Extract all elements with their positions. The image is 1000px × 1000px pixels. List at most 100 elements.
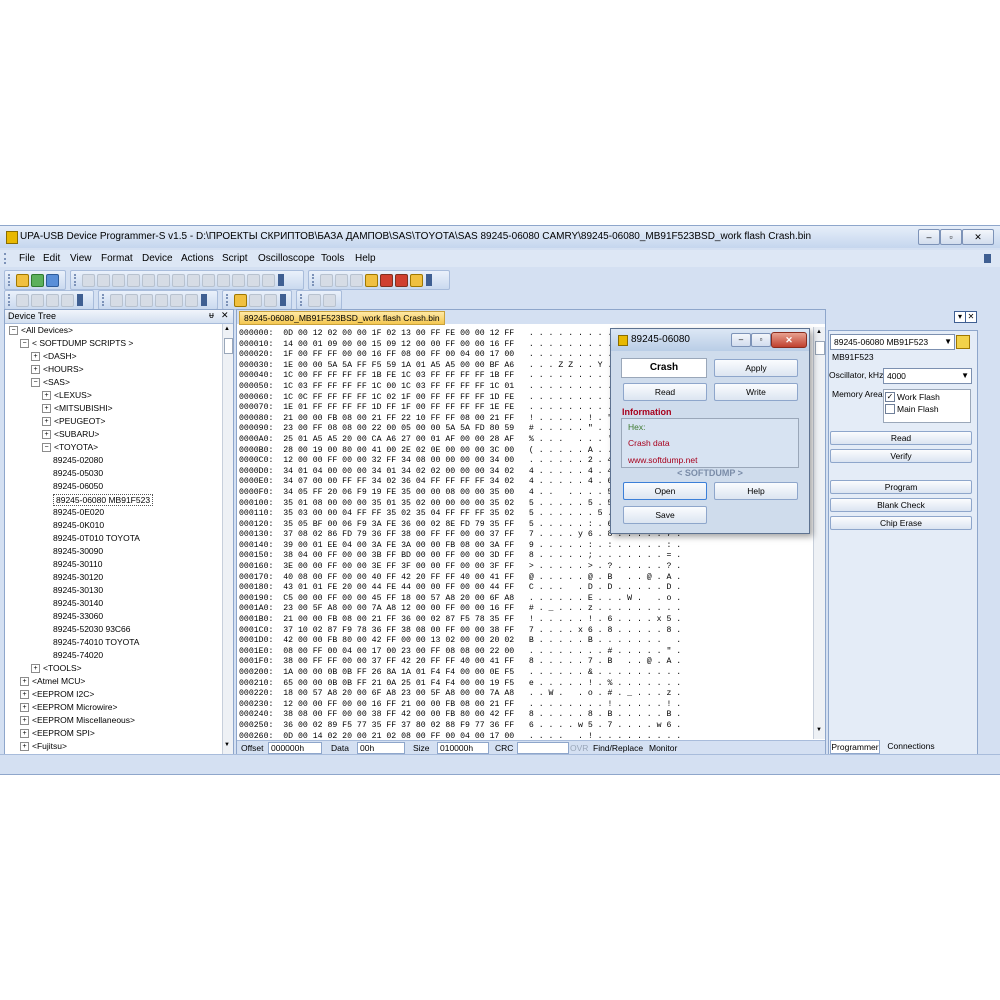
device-settings-icon[interactable] — [350, 274, 363, 287]
toolbar-dropdown-icon[interactable] — [77, 294, 83, 306]
run-script-icon[interactable] — [380, 274, 393, 287]
close-panel-icon[interactable]: ✕ — [221, 310, 229, 321]
hex-row[interactable]: 0001A0: 23 00 5F A8 00 00 7A A8 12 00 00… — [239, 604, 814, 615]
tab-programmer[interactable]: Programmer — [830, 740, 880, 754]
view-dword-icon[interactable] — [170, 294, 183, 307]
expand-icon[interactable]: + — [20, 729, 29, 739]
menu-view[interactable]: View — [70, 253, 92, 264]
expand-icon[interactable]: + — [31, 365, 40, 375]
copy-icon[interactable] — [127, 274, 140, 287]
save-file-icon[interactable] — [46, 274, 59, 287]
expand-icon[interactable]: + — [31, 664, 40, 674]
oscillator-select[interactable]: 4000 ▼ — [883, 368, 972, 384]
collapse-icon[interactable]: − — [9, 326, 18, 336]
dialog-close-button[interactable]: ✕ — [771, 332, 807, 348]
tree-node[interactable]: + <LEXUS> — [42, 390, 92, 401]
dialog-title-bar[interactable]: 89245-06080 – ▫ ✕ — [611, 329, 809, 351]
tree-node[interactable]: + <EEPROM Microwire> — [20, 702, 118, 713]
menu-tools[interactable]: Tools — [321, 253, 344, 264]
collapse-icon[interactable]: − — [20, 339, 29, 349]
hex-row[interactable]: 000250: 36 00 02 89 F5 77 35 FF 37 80 02… — [239, 721, 814, 732]
collapse-icon[interactable]: − — [42, 443, 51, 453]
device-select[interactable]: 89245-06080 MB91F523 ▼ — [830, 334, 955, 350]
tree-node[interactable]: + <HOURS> — [31, 364, 84, 375]
tree-node[interactable]: 89245-30110 — [53, 559, 102, 569]
invert-icon[interactable] — [61, 294, 74, 307]
dialog-help-button[interactable]: Help — [714, 482, 798, 500]
menu-script[interactable]: Script — [222, 253, 248, 264]
scroll-thumb[interactable] — [224, 338, 233, 354]
redo-icon[interactable] — [97, 274, 110, 287]
chip-erase-button[interactable]: Chip Erase — [830, 516, 972, 530]
scroll-thumb[interactable] — [815, 341, 825, 355]
panel-close-icon[interactable]: ✕ — [965, 311, 977, 323]
bookmark-icon[interactable] — [264, 294, 277, 307]
tree-node[interactable]: − <All Devices> — [9, 325, 73, 336]
dialog-save-button[interactable]: Save — [623, 506, 707, 524]
pin-icon[interactable]: ᵾ — [209, 310, 214, 320]
hex-row[interactable]: 000210: 65 00 00 0B 0B FF 21 0A 25 01 F4… — [239, 679, 814, 690]
maximize-button[interactable]: ▫ — [940, 229, 962, 245]
dialog-open-button[interactable]: Open — [623, 482, 707, 500]
minimize-button[interactable]: – — [918, 229, 940, 245]
view-word-icon[interactable] — [155, 294, 168, 307]
hex-row[interactable]: 0001E0: 08 00 FF 00 04 00 17 00 23 00 FF… — [239, 647, 814, 658]
fill-icon[interactable] — [232, 274, 245, 287]
replace-icon[interactable] — [187, 274, 200, 287]
toolbar-dropdown-icon[interactable] — [278, 274, 284, 286]
select-all-icon[interactable] — [217, 274, 230, 287]
find-icon[interactable] — [172, 274, 185, 287]
tree-node[interactable]: 89245-30120 — [53, 572, 103, 582]
expand-icon[interactable]: + — [42, 391, 51, 401]
select-tool-icon[interactable] — [234, 294, 247, 307]
delete-icon[interactable] — [157, 274, 170, 287]
tree-node[interactable]: 89245-74010 TOYOTA — [53, 637, 139, 647]
expand-icon[interactable]: + — [20, 742, 29, 752]
main-flash-checkbox[interactable] — [885, 404, 895, 414]
tree-node[interactable]: 89245-74020 — [53, 650, 103, 660]
tree-node[interactable]: 89245-33060 — [53, 611, 103, 621]
dialog-minimize-button[interactable]: – — [731, 333, 751, 347]
device-info-icon[interactable] — [956, 335, 970, 349]
menu-overflow-icon[interactable] — [984, 254, 991, 263]
hex-row[interactable]: 000180: 43 01 01 FE 20 00 44 FE 44 00 00… — [239, 583, 814, 594]
tree-node[interactable]: 89245-30140 — [53, 598, 103, 608]
expand-icon[interactable]: + — [42, 404, 51, 414]
play-icon[interactable] — [308, 294, 321, 307]
scroll-down-icon[interactable]: ▼ — [816, 727, 822, 733]
read-button[interactable]: Read — [830, 431, 972, 445]
undo-icon[interactable] — [82, 274, 95, 287]
toolbar-dropdown-icon[interactable] — [201, 294, 207, 306]
open-file-icon[interactable] — [31, 274, 44, 287]
menu-oscilloscope[interactable]: Oscilloscope — [258, 253, 315, 264]
tree-node[interactable]: + <EEPROM I2C> — [20, 689, 94, 700]
document-tab[interactable]: 89245-06080_MB91F523BSD_work flash Crash… — [239, 311, 445, 325]
view-ascii-icon[interactable] — [125, 294, 138, 307]
checksum-icon[interactable] — [262, 274, 275, 287]
blank-check-button[interactable]: Blank Check — [830, 498, 972, 512]
hex-row[interactable]: 000200: 1A 00 00 0B 0B FF 26 8A 1A 01 F4… — [239, 668, 814, 679]
tree-node[interactable]: + <SUBARU> — [42, 429, 99, 440]
hex-row[interactable]: 0001C0: 37 10 02 87 F9 78 36 FF 38 08 00… — [239, 626, 814, 637]
hex-scrollbar[interactable]: ▲ ▼ — [813, 327, 825, 739]
view-columns-icon[interactable] — [185, 294, 198, 307]
hex-row[interactable]: 000240: 38 08 00 FF 00 00 38 FF 42 00 00… — [239, 710, 814, 721]
expand-icon[interactable]: + — [31, 352, 40, 362]
dialog-read-button[interactable]: Read — [623, 383, 707, 401]
expand-icon[interactable]: + — [20, 690, 29, 700]
verify-button[interactable]: Verify — [830, 449, 972, 463]
hex-row[interactable]: 000170: 40 08 00 FF 00 00 40 FF 42 20 FF… — [239, 573, 814, 584]
monitor-tab[interactable]: Monitor — [649, 743, 677, 753]
collapse-icon[interactable]: − — [31, 378, 40, 388]
compare-icon[interactable] — [247, 274, 260, 287]
hex-row[interactable]: 000260: 0D 00 14 02 20 00 21 02 08 00 FF… — [239, 732, 814, 738]
tree-node[interactable]: 89245-0K010 — [53, 520, 104, 530]
tree-node[interactable]: − <SAS> — [31, 377, 70, 388]
scope-icon[interactable] — [410, 274, 423, 287]
hex-row[interactable]: 0001D0: 42 00 00 FB 80 00 42 FF 00 00 13… — [239, 636, 814, 647]
find-replace-tab[interactable]: Find/Replace — [593, 743, 643, 753]
swap-icon[interactable] — [46, 294, 59, 307]
apply-button[interactable]: Apply — [714, 359, 798, 377]
toolbar-dropdown-icon[interactable] — [426, 274, 432, 286]
cut-icon[interactable] — [112, 274, 125, 287]
